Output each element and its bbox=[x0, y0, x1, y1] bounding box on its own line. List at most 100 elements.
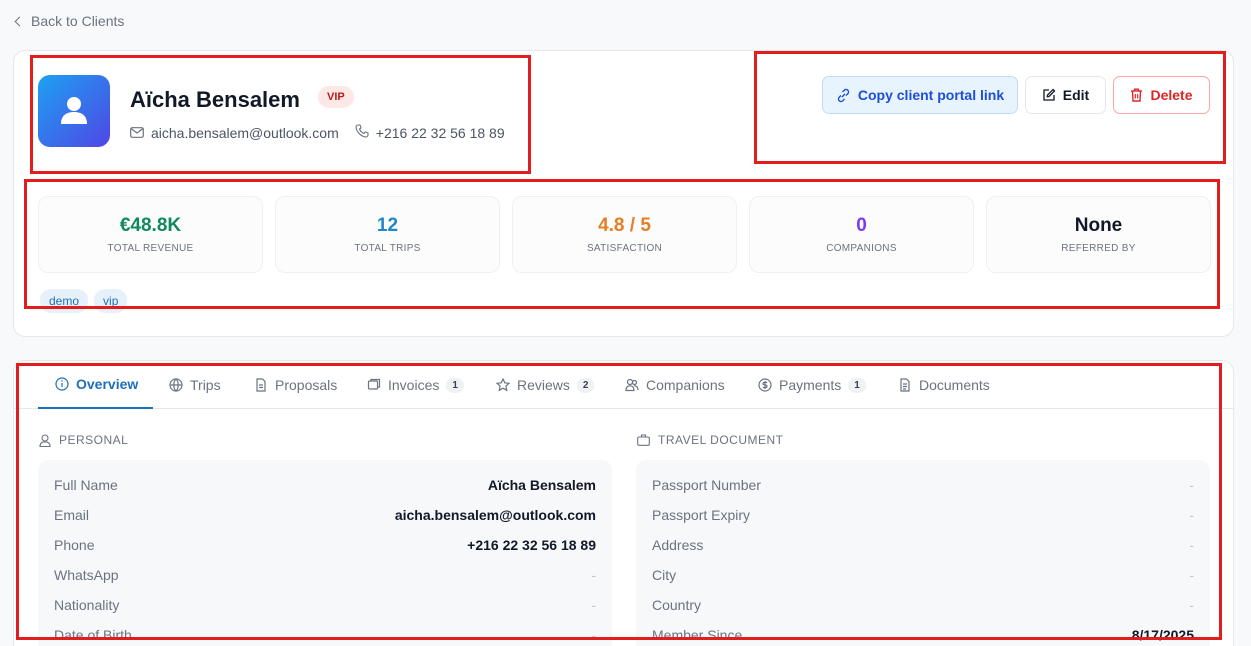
client-detail-card: Overview Trips Proposals Invoices 1 Reviews 2 C… bbox=[13, 360, 1234, 646]
detail-row: Nationality - bbox=[54, 597, 596, 617]
tab-proposals[interactable]: Proposals bbox=[254, 361, 337, 409]
file-icon bbox=[254, 378, 268, 392]
tab-label: Invoices bbox=[388, 377, 440, 393]
stat-label: Total Trips bbox=[354, 243, 421, 254]
copy-portal-link-label: Copy client portal link bbox=[857, 87, 1005, 103]
stats-row: €48.8K Total Revenue 12 Total Trips 4.8 / 5 S… bbox=[38, 196, 1211, 273]
briefcase-icon bbox=[637, 434, 650, 446]
stat-value: None bbox=[1074, 215, 1123, 236]
user-outline-icon bbox=[39, 433, 51, 447]
info-icon bbox=[55, 377, 69, 391]
stat-value: €48.8K bbox=[119, 215, 182, 236]
edit-icon bbox=[1043, 88, 1056, 101]
detail-value: - bbox=[1189, 537, 1194, 553]
stat-label: Referred By bbox=[1061, 243, 1136, 254]
star-icon bbox=[496, 378, 510, 392]
detail-value: - bbox=[1189, 567, 1194, 583]
detail-value: Aïcha Bensalem bbox=[487, 477, 596, 493]
stat-label: Companions bbox=[826, 243, 897, 254]
tab-count-badge: 1 bbox=[446, 377, 464, 393]
detail-row: WhatsApp - bbox=[54, 567, 596, 587]
detail-value: aicha.bensalem@outlook.com bbox=[394, 507, 596, 523]
detail-value: - bbox=[591, 567, 596, 583]
receipt-icon bbox=[367, 378, 381, 392]
detail-key: Passport Expiry bbox=[652, 507, 751, 523]
detail-row: Email aicha.bensalem@outlook.com bbox=[54, 507, 596, 527]
detail-value: - bbox=[1189, 477, 1194, 493]
back-to-clients-link[interactable]: Back to Clients bbox=[14, 13, 124, 29]
link-icon bbox=[837, 88, 850, 102]
trash-icon bbox=[1131, 88, 1143, 102]
stat-card: 4.8 / 5 Satisfaction bbox=[512, 196, 737, 273]
copy-portal-link-button[interactable]: Copy client portal link bbox=[822, 76, 1018, 114]
stat-value: 12 bbox=[376, 215, 399, 236]
detail-row: Phone +216 22 32 56 18 89 bbox=[54, 537, 596, 557]
tab-label: Payments bbox=[779, 377, 842, 393]
phone-icon bbox=[355, 124, 369, 141]
stat-card: €48.8K Total Revenue bbox=[38, 196, 263, 273]
user-icon bbox=[61, 97, 87, 124]
client-phone[interactable]: +216 22 32 56 18 89 bbox=[376, 125, 505, 141]
tag-chip[interactable]: demo bbox=[40, 289, 89, 313]
tab-label: Documents bbox=[919, 377, 990, 393]
edit-label: Edit bbox=[1062, 87, 1090, 103]
tab-bar: Overview Trips Proposals Invoices 1 Reviews 2 C… bbox=[14, 361, 1233, 409]
detail-key: Address bbox=[652, 537, 704, 553]
detail-key: City bbox=[652, 567, 677, 583]
vip-badge: VIP bbox=[318, 86, 354, 108]
detail-value: - bbox=[591, 627, 596, 643]
travel-title-text: Travel Document bbox=[658, 433, 784, 447]
dollar-icon bbox=[758, 378, 772, 392]
tab-payments[interactable]: Payments 1 bbox=[758, 361, 866, 409]
tab-overview[interactable]: Overview bbox=[38, 361, 154, 409]
personal-title-text: Personal bbox=[59, 433, 129, 447]
detail-key: Member Since bbox=[652, 627, 743, 643]
delete-label: Delete bbox=[1150, 87, 1193, 103]
delete-button[interactable]: Delete bbox=[1113, 76, 1210, 114]
detail-key: Phone bbox=[54, 537, 95, 553]
tab-label: Overview bbox=[76, 376, 139, 392]
detail-value: - bbox=[591, 597, 596, 613]
tab-count-badge: 2 bbox=[576, 377, 595, 393]
personal-section-title: Personal bbox=[39, 433, 128, 447]
back-label: Back to Clients bbox=[31, 13, 125, 29]
travel-panel: Passport Number - Passport Expiry - Address -… bbox=[636, 460, 1210, 646]
tab-documents[interactable]: Documents bbox=[898, 361, 990, 409]
detail-key: Nationality bbox=[54, 597, 120, 613]
client-email[interactable]: aicha.bensalem@outlook.com bbox=[151, 125, 339, 141]
detail-row: Passport Number - bbox=[652, 477, 1194, 497]
detail-key: Passport Number bbox=[652, 477, 761, 493]
detail-value: +216 22 32 56 18 89 bbox=[467, 537, 596, 553]
edit-button[interactable]: Edit bbox=[1025, 76, 1106, 114]
stat-value: 0 bbox=[856, 215, 867, 236]
tab-trips[interactable]: Trips bbox=[169, 361, 221, 409]
tab-invoices[interactable]: Invoices 1 bbox=[367, 361, 464, 409]
detail-value: 8/17/2025 bbox=[1131, 627, 1194, 643]
detail-row: Address - bbox=[652, 537, 1194, 557]
tab-label: Companions bbox=[646, 377, 725, 393]
travel-section-title: Travel Document bbox=[637, 433, 784, 447]
detail-value: - bbox=[1189, 597, 1194, 613]
detail-row: Date of Birth - bbox=[54, 627, 596, 646]
detail-key: WhatsApp bbox=[54, 567, 119, 583]
client-header-card: Aïcha Bensalem VIP aicha.bensalem@outloo… bbox=[13, 50, 1234, 337]
detail-key: Full Name bbox=[54, 477, 118, 493]
stat-card: None Referred By bbox=[986, 196, 1211, 273]
chevron-left-icon bbox=[14, 16, 25, 26]
client-name: Aïcha Bensalem bbox=[130, 87, 300, 112]
document-icon bbox=[898, 378, 912, 392]
tab-reviews[interactable]: Reviews 2 bbox=[496, 361, 595, 409]
tab-label: Proposals bbox=[275, 377, 338, 393]
detail-row: Passport Expiry - bbox=[652, 507, 1194, 527]
detail-value: - bbox=[1189, 507, 1194, 523]
mail-icon bbox=[130, 125, 144, 141]
tab-companions[interactable]: Companions bbox=[625, 361, 725, 409]
personal-panel: Full Name Aïcha Bensalem Email aicha.bensal… bbox=[38, 460, 612, 646]
tag-chip[interactable]: vip bbox=[94, 289, 128, 313]
detail-key: Email bbox=[54, 507, 90, 523]
detail-row: City - bbox=[652, 567, 1194, 587]
detail-row: Full Name Aïcha Bensalem bbox=[54, 477, 596, 497]
users-icon bbox=[625, 378, 639, 392]
detail-key: Country bbox=[652, 597, 702, 613]
detail-row: Member Since 8/17/2025 bbox=[652, 627, 1194, 646]
